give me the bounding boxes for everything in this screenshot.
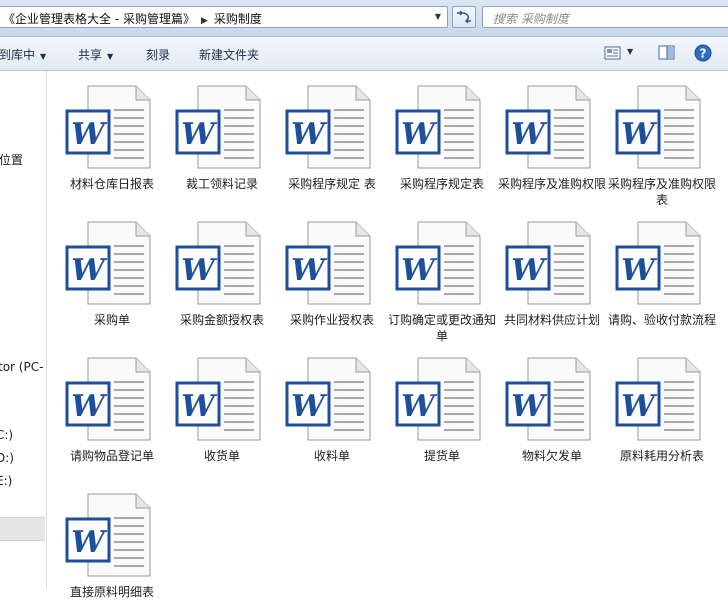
file-name-label: 采购程序及准购权限表: [607, 177, 716, 207]
chevron-down-icon[interactable]: ▼: [431, 10, 445, 24]
chevron-down-icon: ▼: [107, 52, 114, 61]
navigation-pane: 位置 tor (PC- C:) D:) E:) ): [0, 71, 47, 588]
svg-text:W: W: [291, 117, 328, 152]
word-doc-icon: W: [395, 85, 481, 169]
help-icon[interactable]: ?: [694, 44, 712, 62]
file-name-label: 请购物品登记单: [69, 449, 154, 463]
word-doc-icon: W: [395, 221, 481, 305]
word-doc-icon: W: [395, 357, 481, 441]
word-doc-icon: W: [505, 221, 591, 305]
refresh-icon: [457, 10, 471, 24]
word-doc-icon: W: [175, 85, 261, 169]
chevron-down-icon: ▼: [40, 52, 47, 61]
word-doc-icon: W: [505, 357, 591, 441]
svg-text:W: W: [401, 117, 438, 152]
file-name-label: 裁工领料记录: [185, 177, 258, 191]
breadcrumb: 《企业管理表格大全 - 采购管理篇》 ▶ 采购制度: [3, 10, 262, 27]
share-button[interactable]: 共享 ▼: [78, 46, 113, 63]
svg-text:W: W: [181, 117, 218, 152]
burn-button[interactable]: 刻录: [146, 46, 170, 63]
svg-text:W: W: [181, 253, 218, 288]
file-name-label: 直接原料明细表: [69, 585, 154, 599]
svg-text:W: W: [621, 253, 658, 288]
word-doc-icon: W: [65, 221, 151, 305]
breadcrumb-item-current[interactable]: 采购制度: [214, 12, 262, 26]
file-name-label: 共同材料供应计划: [503, 313, 600, 327]
svg-text:W: W: [291, 389, 328, 424]
nav-item-drive-f[interactable]: ): [0, 497, 1, 511]
file-name-label: 物料欠发单: [521, 449, 582, 463]
word-doc-icon: W: [505, 85, 591, 169]
nav-item-drive-e[interactable]: E:): [0, 474, 12, 488]
word-doc-icon: W: [285, 85, 371, 169]
svg-text:?: ?: [700, 47, 707, 61]
word-doc-icon: W: [65, 85, 151, 169]
new-folder-button[interactable]: 新建文件夹: [199, 46, 259, 63]
nav-item-drive-d[interactable]: D:): [0, 451, 14, 465]
word-doc-icon: W: [285, 357, 371, 441]
refresh-button[interactable]: [452, 6, 476, 28]
preview-pane-icon[interactable]: [658, 45, 676, 61]
file-name-label: 原料耗用分析表: [619, 449, 704, 463]
file-name-label: 收货单: [203, 449, 240, 463]
search-input[interactable]: 搜索 采购制度: [482, 6, 728, 28]
new-folder-label: 新建文件夹: [199, 48, 260, 62]
file-name-label: 采购程序规定表: [399, 177, 484, 191]
address-bar[interactable]: 《企业管理表格大全 - 采购管理篇》 ▶ 采购制度 ▼: [0, 6, 448, 28]
word-doc-icon: W: [615, 85, 701, 169]
chevron-down-icon[interactable]: ▼: [627, 47, 633, 56]
include-in-library-button[interactable]: 到库中 ▼: [0, 46, 46, 63]
svg-text:W: W: [401, 389, 438, 424]
word-doc-icon: W: [615, 357, 701, 441]
breadcrumb-separator-icon[interactable]: ▶: [201, 16, 208, 26]
svg-text:W: W: [621, 389, 658, 424]
file-name-label: 采购作业授权表: [289, 313, 374, 327]
nav-item-computer[interactable]: tor (PC-: [0, 360, 43, 374]
word-doc-icon: W: [175, 221, 261, 305]
command-bar: 到库中 ▼ 共享 ▼ 刻录 新建文件夹 ▼ ?: [0, 37, 728, 71]
file-name-label: 采购程序规定 表: [288, 177, 376, 191]
svg-text:W: W: [511, 117, 548, 152]
file-name-label: 材料仓库日报表: [69, 177, 154, 191]
svg-text:W: W: [71, 525, 108, 560]
file-name-label: 采购单: [93, 313, 130, 327]
file-name-label: 提货单: [423, 449, 460, 463]
svg-text:W: W: [71, 389, 108, 424]
word-doc-icon: W: [65, 357, 151, 441]
views-icon[interactable]: [604, 45, 622, 61]
word-doc-icon: W: [615, 221, 701, 305]
include-in-library-label: 到库中: [0, 48, 36, 62]
file-name-label: 收料单: [313, 449, 350, 463]
svg-text:W: W: [511, 253, 548, 288]
burn-label: 刻录: [146, 48, 171, 62]
nav-item-drive-c[interactable]: C:): [0, 428, 13, 442]
word-doc-icon: W: [285, 221, 371, 305]
share-label: 共享: [78, 48, 103, 62]
search-placeholder: 搜索 采购制度: [493, 12, 569, 26]
svg-text:W: W: [511, 389, 548, 424]
nav-item-selected[interactable]: [0, 517, 45, 541]
svg-text:W: W: [71, 117, 108, 152]
word-doc-icon: W: [175, 357, 261, 441]
file-name-label: 采购程序及准购权限: [497, 177, 606, 191]
file-name-label: 订购确定或更改通知单: [387, 313, 496, 343]
nav-item-location[interactable]: 位置: [0, 151, 23, 168]
svg-text:W: W: [71, 253, 108, 288]
svg-text:W: W: [621, 117, 658, 152]
svg-text:W: W: [181, 389, 218, 424]
word-doc-icon: W: [65, 493, 151, 577]
breadcrumb-item-parent[interactable]: 《企业管理表格大全 - 采购管理篇》: [3, 12, 195, 26]
address-row: 《企业管理表格大全 - 采购管理篇》 ▶ 采购制度 ▼ 搜索 采购制度: [0, 0, 728, 37]
svg-text:W: W: [291, 253, 328, 288]
file-name-label: 采购金额授权表: [179, 313, 264, 327]
file-name-label: 请购、验收付款流程: [607, 313, 716, 327]
svg-text:W: W: [401, 253, 438, 288]
